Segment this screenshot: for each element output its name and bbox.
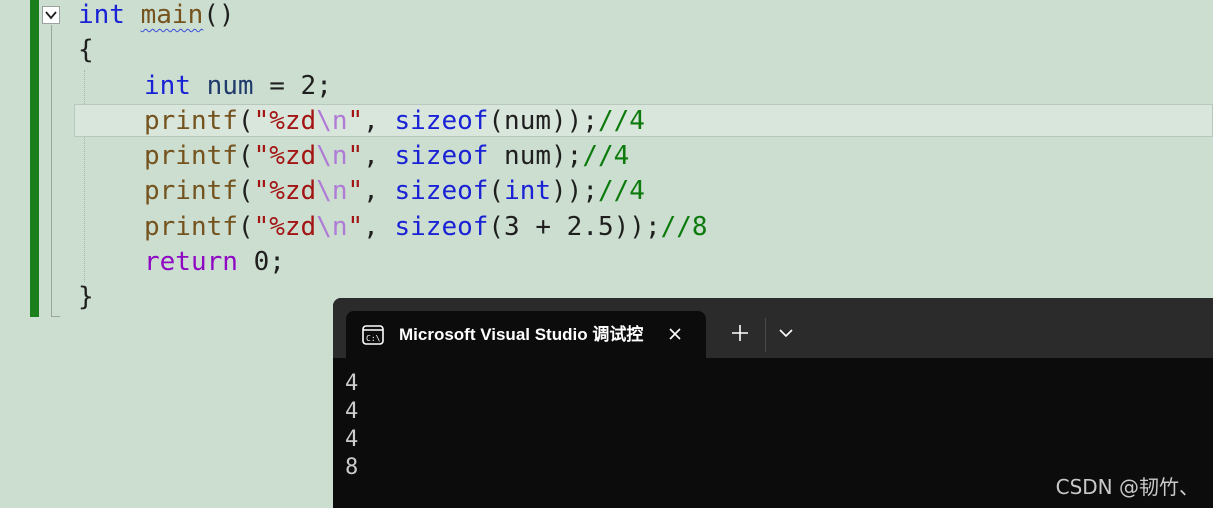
escape-sequence: \n bbox=[316, 106, 348, 136]
keyword-return: return bbox=[144, 247, 238, 277]
escape-sequence: \n bbox=[316, 141, 348, 171]
code-text: ( bbox=[237, 106, 254, 136]
output-line: 8 bbox=[345, 455, 359, 480]
string-literal: "%zd bbox=[253, 106, 317, 136]
comment: //8 bbox=[660, 212, 708, 242]
code-text: , bbox=[363, 141, 395, 171]
watermark: CSDN @韧竹、 bbox=[1055, 475, 1199, 499]
terminal-titlebar: C:\ Microsoft Visual Studio 调试控 bbox=[333, 298, 1213, 358]
code-text: ( bbox=[237, 212, 254, 242]
fold-guide bbox=[51, 25, 52, 317]
escape-sequence: \n bbox=[316, 176, 348, 206]
change-tracking-bar bbox=[30, 0, 39, 317]
close-icon[interactable] bbox=[664, 323, 686, 345]
code-text: num); bbox=[488, 141, 583, 171]
code-text: (num)); bbox=[488, 106, 598, 136]
chevron-down-icon[interactable] bbox=[773, 320, 799, 346]
comment: //4 bbox=[598, 176, 645, 206]
svg-text:C:\: C:\ bbox=[366, 334, 381, 343]
code-text: , bbox=[363, 106, 395, 136]
comment: //4 bbox=[582, 141, 630, 171]
code-line[interactable]: printf("%zd\n", sizeof(3 + 2.5));//8 bbox=[144, 210, 708, 245]
keyword: int bbox=[504, 176, 552, 206]
string-literal: " bbox=[347, 212, 364, 242]
code-text: 0; bbox=[237, 247, 285, 277]
code-line[interactable]: int main() bbox=[78, 0, 235, 33]
code-line[interactable]: } bbox=[78, 280, 94, 315]
code-line[interactable]: printf("%zd\n", sizeof(num));//4 bbox=[144, 104, 645, 139]
string-literal: "%zd bbox=[253, 141, 317, 171]
keyword: sizeof bbox=[394, 141, 489, 171]
code-text: (3 + 2.5)); bbox=[488, 212, 661, 242]
string-literal: "%zd bbox=[253, 212, 317, 242]
keyword: int bbox=[144, 71, 191, 101]
console-output: 4 4 4 8 bbox=[345, 370, 358, 482]
output-line: 4 bbox=[345, 427, 359, 452]
code-text: , bbox=[363, 176, 395, 206]
terminal-tab[interactable]: C:\ Microsoft Visual Studio 调试控 bbox=[346, 311, 706, 358]
code-line[interactable]: printf("%zd\n", sizeof(int));//4 bbox=[144, 174, 645, 209]
code-text: ( bbox=[237, 176, 254, 206]
code-text: ( bbox=[488, 176, 505, 206]
debug-console-window[interactable]: C:\ Microsoft Visual Studio 调试控 4 4 4 8 … bbox=[333, 298, 1213, 508]
code-text: { bbox=[78, 35, 94, 65]
string-literal: "%zd bbox=[253, 176, 317, 206]
function-name: printf bbox=[144, 141, 238, 171]
tab-title: Microsoft Visual Studio 调试控 bbox=[399, 325, 644, 344]
function-name: main bbox=[140, 0, 204, 30]
escape-sequence: \n bbox=[316, 212, 348, 242]
console-icon: C:\ bbox=[362, 325, 384, 349]
code-text: )); bbox=[551, 176, 598, 206]
keyword: sizeof bbox=[394, 106, 489, 136]
string-literal: " bbox=[347, 141, 364, 171]
indent-guide bbox=[84, 70, 85, 282]
code-text: , bbox=[363, 212, 395, 242]
keyword: int bbox=[78, 0, 125, 30]
code-line[interactable]: printf("%zd\n", sizeof num);//4 bbox=[144, 139, 629, 174]
code-line[interactable]: { bbox=[78, 33, 94, 68]
code-line[interactable]: int num = 2; bbox=[144, 69, 332, 104]
collapse-icon[interactable] bbox=[42, 6, 60, 24]
function-name: printf bbox=[144, 176, 238, 206]
code-text: = 2; bbox=[253, 71, 332, 101]
code-text: ( bbox=[237, 141, 254, 171]
string-literal: " bbox=[347, 176, 364, 206]
code-text: } bbox=[78, 282, 94, 312]
keyword: sizeof bbox=[394, 176, 489, 206]
output-line: 4 bbox=[345, 399, 359, 424]
function-name: printf bbox=[144, 106, 238, 136]
new-tab-icon[interactable] bbox=[727, 320, 753, 346]
comment: //4 bbox=[597, 106, 645, 136]
output-line: 4 bbox=[345, 371, 359, 396]
function-name: printf bbox=[144, 212, 238, 242]
keyword: sizeof bbox=[394, 212, 489, 242]
code-text: () bbox=[203, 0, 235, 30]
fold-guide-end bbox=[51, 316, 60, 317]
identifier: num bbox=[206, 71, 254, 101]
titlebar-divider bbox=[765, 318, 766, 352]
string-literal: " bbox=[347, 106, 364, 136]
code-line[interactable]: return 0; bbox=[144, 245, 285, 280]
